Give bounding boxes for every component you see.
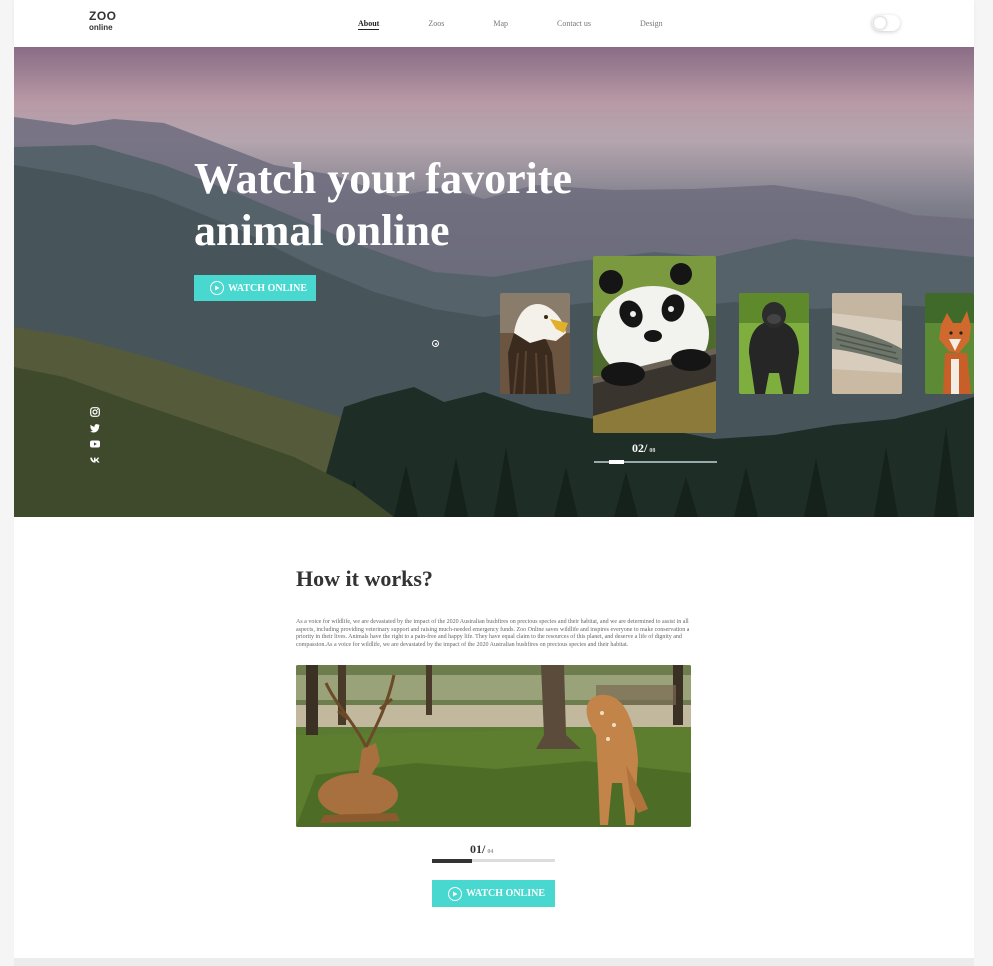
- social-links: [90, 407, 102, 471]
- animal-card-gorilla[interactable]: [739, 293, 809, 394]
- animal-card-eagle[interactable]: [500, 293, 570, 394]
- page: ZOO online About Zoos Map Contact us Des…: [14, 0, 974, 966]
- hero-progress-fill: [609, 460, 624, 464]
- vk-icon[interactable]: [90, 455, 100, 465]
- twitter-icon[interactable]: [90, 423, 100, 433]
- nav-design[interactable]: Design: [640, 19, 663, 30]
- watch-online-button-2[interactable]: WATCH ONLINE: [432, 880, 555, 907]
- how-title: How it works?: [296, 566, 433, 591]
- main-nav: About Zoos Map Contact us Design: [358, 19, 712, 30]
- hero-title: Watch your favorite animal online: [194, 153, 614, 257]
- how-progress-fill: [432, 859, 472, 863]
- logo-line2: online: [89, 23, 113, 32]
- toggle-knob: [874, 17, 886, 29]
- play-icon: [210, 281, 224, 295]
- youtube-icon[interactable]: [90, 439, 100, 449]
- how-progress-bar[interactable]: [432, 859, 555, 863]
- how-counter-total: 04: [487, 849, 494, 855]
- hero-counter-total: 08: [649, 448, 656, 454]
- how-image-deer: [296, 665, 691, 827]
- hero-progress-bar[interactable]: [594, 460, 717, 464]
- location-dot-icon[interactable]: [432, 340, 439, 347]
- nav-zoos[interactable]: Zoos: [428, 19, 444, 30]
- how-it-works-text: How it works? As a voice for wildlife, w…: [296, 566, 690, 649]
- logo[interactable]: ZOO online: [89, 9, 117, 32]
- watch-online-label: WATCH ONLINE: [228, 282, 307, 294]
- hero-section: Watch your favorite animal online WATCH …: [14, 47, 974, 517]
- instagram-icon[interactable]: [90, 407, 100, 417]
- mountain-landscape: [14, 117, 974, 517]
- top-header: ZOO online About Zoos Map Contact us Des…: [14, 0, 974, 47]
- theme-toggle[interactable]: [872, 15, 900, 31]
- footer-bar: [14, 958, 974, 966]
- watch-online-button[interactable]: WATCH ONLINE: [194, 275, 316, 301]
- nav-contact[interactable]: Contact us: [557, 19, 591, 30]
- how-counter-current: 01/: [470, 842, 486, 856]
- logo-line1: ZOO: [89, 9, 117, 23]
- watch-online-label-2: WATCH ONLINE: [466, 888, 545, 899]
- hero-title-line2: animal online: [194, 206, 450, 255]
- hero-title-line1: Watch your favorite: [194, 154, 573, 203]
- hero-counter-current: 02/: [632, 441, 648, 455]
- nav-about[interactable]: About: [358, 19, 380, 30]
- animal-card-panda[interactable]: [593, 256, 716, 433]
- play-icon: [448, 886, 462, 901]
- how-description: As a voice for wildlife, we are devastat…: [296, 619, 690, 648]
- animal-card-fox[interactable]: [925, 293, 974, 394]
- nav-map[interactable]: Map: [493, 19, 508, 30]
- how-slide-counter: 01/04: [470, 840, 493, 858]
- hero-slide-counter: 02/08: [632, 439, 655, 457]
- animal-card-crocodile[interactable]: [832, 293, 902, 394]
